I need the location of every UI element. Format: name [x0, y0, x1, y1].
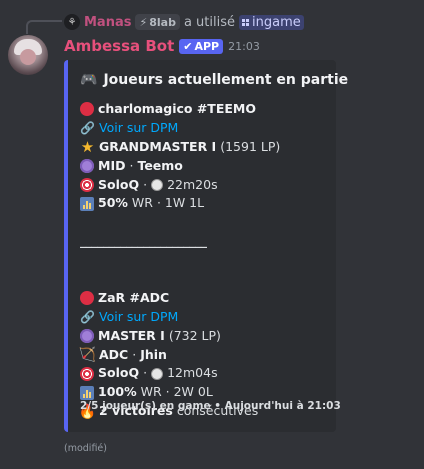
player-record: WR · 1W 1L: [131, 195, 205, 211]
stopwatch-icon: [151, 179, 164, 191]
player-name-row: ZaR #ADC: [80, 289, 332, 308]
player-role-row: 🏹 ADC · Jhin: [78, 346, 332, 365]
separator: ·: [132, 346, 137, 362]
link-icon: 🔗: [80, 121, 95, 136]
message-header: Ambessa Bot ✔ APP 21:03: [64, 37, 260, 55]
target-icon: [80, 366, 94, 381]
server-tag-icon: ⚡: [139, 15, 148, 29]
embed-title-text: Joueurs actuellement en partie: [103, 72, 349, 88]
edited-marker: (modifié): [64, 443, 107, 454]
dpm-link[interactable]: Voir sur DPM: [99, 308, 178, 327]
divider-line: ______________________: [80, 233, 207, 249]
link-icon: 🔗: [80, 310, 95, 325]
reply-context[interactable]: ⚘ Manas ⚡ 8lab a utilisé ingame: [64, 12, 304, 32]
player-link-row: 🔗 Voir sur DPM: [80, 119, 332, 138]
embed-footer: 2/5 joueur(s) en game • Aujourd'hui à 21…: [80, 400, 341, 412]
replied-username[interactable]: Manas: [84, 15, 131, 30]
separator: ·: [143, 176, 148, 192]
separator: ·: [129, 157, 134, 173]
server-tag-label: 8lab: [149, 15, 176, 29]
game-duration: 12m04s: [167, 365, 218, 381]
app-badge: ✔ APP: [179, 38, 224, 54]
player-lp: (1591 LP): [220, 138, 281, 154]
target-icon: [80, 178, 94, 192]
bar-chart-icon: [80, 385, 94, 400]
message-timestamp[interactable]: 21:03: [228, 40, 260, 53]
red-circle-icon: [80, 291, 94, 306]
player-rank: MASTER I: [98, 327, 165, 343]
embed-card: 🎮 Joueurs actuellement en partie charlom…: [64, 60, 348, 432]
player-queue-row: SoloQ · 12m04s: [80, 364, 332, 383]
red-circle-icon: [80, 102, 94, 117]
command-name: ingame: [252, 14, 301, 30]
bar-chart-icon: [80, 196, 94, 211]
player-name: ZaR #ADC: [98, 289, 170, 305]
role-icon: [80, 159, 94, 174]
verified-check-icon: ✔: [183, 39, 193, 53]
player-queue-row: SoloQ · 22m20s: [80, 176, 332, 195]
player-champion: Teemo: [137, 157, 183, 173]
server-tag[interactable]: ⚡ 8lab: [135, 14, 180, 30]
player-rank-row: MASTER I (732 LP): [80, 327, 332, 346]
bot-avatar[interactable]: [8, 35, 48, 75]
player-lp: (732 LP): [168, 327, 221, 343]
slash-command-mention[interactable]: ingame: [239, 14, 304, 30]
embed-title: 🎮 Joueurs actuellement en partie: [80, 72, 348, 88]
reply-connector: [26, 20, 62, 34]
game-controller-icon: 🎮: [80, 72, 98, 88]
player-name: charlomagico #TEEMO: [98, 101, 256, 116]
divider-row: ______________________: [80, 232, 332, 251]
player-queue: SoloQ: [98, 176, 140, 192]
player-rank-row: ★ GRANDMASTER I (1591 LP): [80, 138, 332, 157]
replied-user-avatar[interactable]: ⚘: [64, 14, 80, 30]
master-rank-icon: [80, 329, 94, 344]
app-badge-label: APP: [194, 39, 220, 53]
player-queue: SoloQ: [98, 365, 140, 381]
player-rank: GRANDMASTER I: [99, 138, 217, 154]
star-icon: ★: [80, 137, 95, 156]
game-duration: 22m20s: [167, 176, 218, 192]
separator: ·: [143, 365, 148, 381]
player-role: ADC: [99, 346, 129, 362]
embed-description: charlomagico #TEEMO 🔗 Voir sur DPM ★ GRA…: [78, 100, 332, 421]
player-champion: Jhin: [140, 346, 167, 362]
author-name[interactable]: Ambessa Bot: [64, 37, 174, 55]
player-role-row: MID · Teemo: [80, 157, 332, 176]
player-role: MID: [98, 157, 126, 173]
player-name-row: charlomagico #TEEMO: [80, 100, 332, 119]
stopwatch-icon: [151, 367, 164, 380]
dpm-link[interactable]: Voir sur DPM: [99, 119, 178, 138]
reply-action-text: a utilisé: [183, 14, 235, 30]
player-winrate: 50%: [98, 195, 128, 211]
player-winrate-row: 50% WR · 1W 1L: [80, 194, 332, 213]
player-link-row: 🔗 Voir sur DPM: [80, 308, 332, 327]
bow-icon: 🏹: [78, 347, 97, 364]
app-command-icon: [242, 18, 249, 26]
